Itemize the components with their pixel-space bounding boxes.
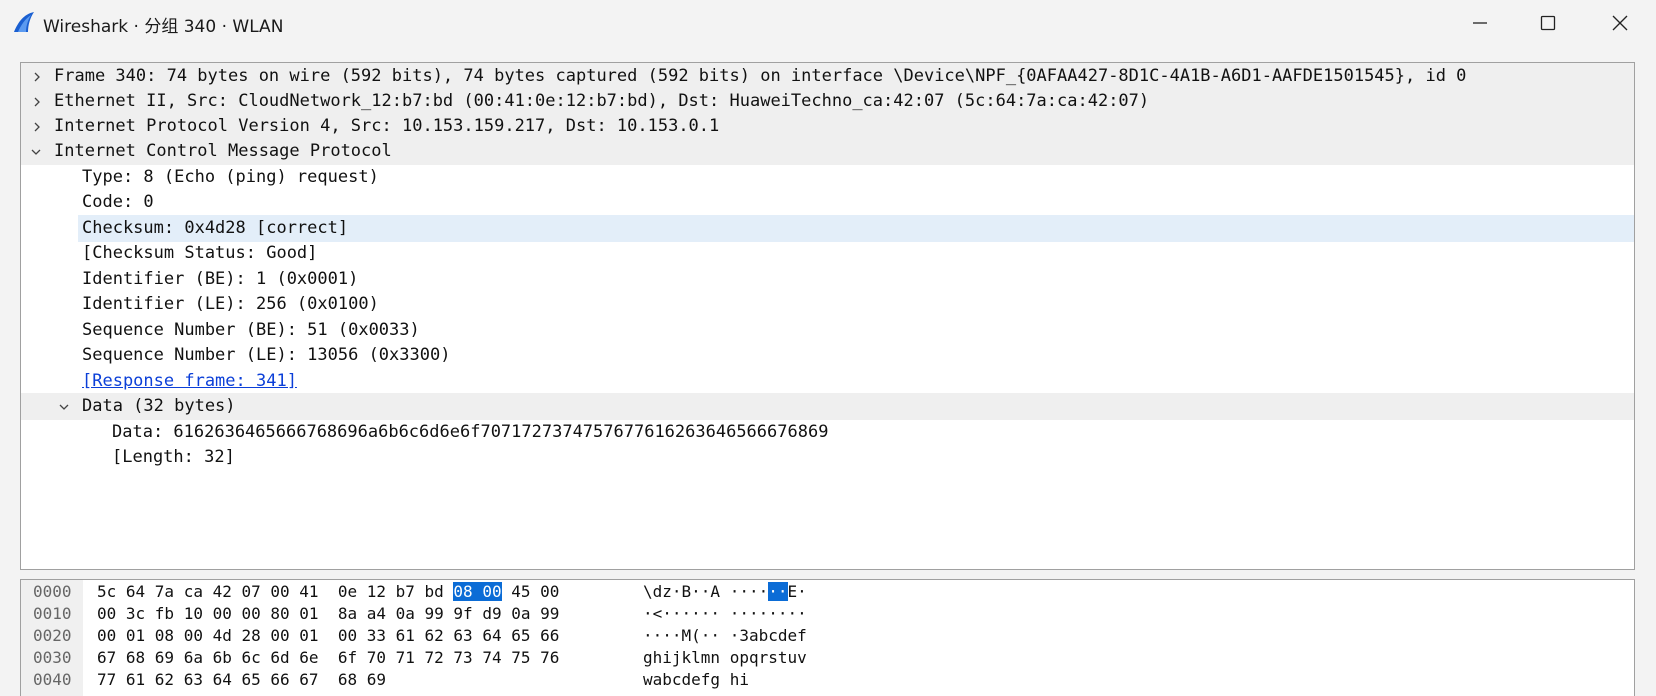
hex-bytes-text: 5c 64 7a ca 42 07 00 41 0e 12 b7 bd: [97, 582, 454, 601]
tree-item-sequence-le[interactable]: Sequence Number (LE): 13056 (0x3300): [21, 342, 1634, 369]
close-button[interactable]: [1600, 8, 1640, 38]
tree-item-label: [Length: 32]: [112, 447, 235, 467]
hex-bytes[interactable]: 5c 64 7a ca 42 07 00 41 0e 12 b7 bd 08 0…: [97, 581, 559, 603]
maximize-button[interactable]: [1528, 8, 1568, 38]
hex-row[interactable]: 0010 00 3c fb 10 00 00 80 01 8a a4 0a 99…: [21, 603, 1634, 625]
hex-bytes[interactable]: 00 3c fb 10 00 00 80 01 8a a4 0a 99 9f d…: [97, 603, 559, 625]
tree-item-label: Identifier (LE): 256 (0x0100): [82, 294, 379, 314]
tree-item-identifier-le[interactable]: Identifier (LE): 256 (0x0100): [21, 291, 1634, 318]
tree-item-label: Internet Protocol Version 4, Src: 10.153…: [54, 116, 720, 136]
hex-offset: 0030: [33, 648, 72, 667]
tree-item-ipv4[interactable]: Internet Protocol Version 4, Src: 10.153…: [21, 113, 1634, 140]
chevron-right-icon[interactable]: [31, 121, 43, 133]
tree-item-data-bytes[interactable]: Data: 6162636465666768696a6b6c6d6e6f7071…: [21, 419, 1634, 446]
tree-item-data[interactable]: Data (32 bytes): [21, 393, 1634, 420]
tree-item-label: Type: 8 (Echo (ping) request): [82, 167, 379, 187]
tree-item-checksum-status[interactable]: [Checksum Status: Good]: [21, 240, 1634, 267]
hex-ascii[interactable]: ghijklmn opqrstuv: [643, 647, 807, 669]
tree-item-identifier-be[interactable]: Identifier (BE): 1 (0x0001): [21, 266, 1634, 293]
hex-row[interactable]: 0020 00 01 08 00 4d 28 00 01 00 33 61 62…: [21, 625, 1634, 647]
hex-row[interactable]: 0040 77 61 62 63 64 65 66 67 68 69 wabcd…: [21, 669, 1634, 691]
tree-item-type[interactable]: Type: 8 (Echo (ping) request): [21, 164, 1634, 191]
hex-ascii-text: E·: [787, 582, 807, 601]
tree-item-label: Sequence Number (LE): 13056 (0x3300): [82, 345, 451, 365]
hex-offset: 0040: [33, 670, 72, 689]
tree-item-label: Checksum: 0x4d28 [correct]: [82, 218, 349, 238]
tree-item-icmp[interactable]: Internet Control Message Protocol: [21, 138, 1634, 165]
chevron-down-icon[interactable]: [30, 146, 42, 158]
hex-offset: 0010: [33, 604, 72, 623]
wireshark-fin-icon: [12, 10, 36, 34]
close-icon: [1612, 15, 1628, 31]
hex-ascii[interactable]: ·<······ ········: [643, 603, 807, 625]
hex-bytes-highlight: 08 00: [453, 582, 502, 601]
minimize-icon: [1473, 22, 1487, 24]
hex-bytes[interactable]: 00 01 08 00 4d 28 00 01 00 33 61 62 63 6…: [97, 625, 559, 647]
hex-ascii-highlight: ··: [768, 582, 788, 601]
tree-item-sequence-be[interactable]: Sequence Number (BE): 51 (0x0033): [21, 317, 1634, 344]
minimize-button[interactable]: [1460, 8, 1500, 38]
hex-offset: 0000: [33, 582, 72, 601]
chevron-down-icon[interactable]: [58, 401, 70, 413]
tree-item-label: Ethernet II, Src: CloudNetwork_12:b7:bd …: [54, 91, 1150, 111]
tree-item-data-length[interactable]: [Length: 32]: [21, 444, 1634, 471]
hex-ascii[interactable]: wabcdefg hi: [643, 669, 749, 691]
tree-item-checksum[interactable]: Checksum: 0x4d28 [correct]: [78, 215, 1634, 242]
tree-item-label: Frame 340: 74 bytes on wire (592 bits), …: [54, 66, 1467, 86]
tree-item-code[interactable]: Code: 0: [21, 189, 1634, 216]
tree-item-label: [Checksum Status: Good]: [82, 243, 318, 263]
tree-item-label: Code: 0: [82, 192, 154, 212]
hex-offset: 0020: [33, 626, 72, 645]
hex-bytes[interactable]: 77 61 62 63 64 65 66 67 68 69: [97, 669, 386, 691]
response-frame-link[interactable]: [Response frame: 341]: [82, 368, 297, 395]
hex-bytes[interactable]: 67 68 69 6a 6b 6c 6d 6e 6f 70 71 72 73 7…: [97, 647, 559, 669]
window-title: Wireshark · 分组 340 · WLAN: [43, 17, 284, 37]
tree-item-response-frame[interactable]: [Response frame: 341]: [21, 368, 1634, 395]
tree-item-label: Data: 6162636465666768696a6b6c6d6e6f7071…: [112, 422, 829, 442]
hex-bytes-text: 45 00: [501, 582, 560, 601]
tree-item-ethernet[interactable]: Ethernet II, Src: CloudNetwork_12:b7:bd …: [21, 88, 1634, 115]
chevron-right-icon[interactable]: [31, 96, 43, 108]
hex-ascii[interactable]: ····M(·· ·3abcdef: [643, 625, 807, 647]
tree-item-label: Data (32 bytes): [82, 396, 236, 416]
packet-bytes-pane[interactable]: 0000 5c 64 7a ca 42 07 00 41 0e 12 b7 bd…: [20, 579, 1635, 696]
hex-ascii-text: \dz·B··A ····: [643, 582, 769, 601]
chevron-right-icon[interactable]: [31, 71, 43, 83]
hex-row[interactable]: 0030 67 68 69 6a 6b 6c 6d 6e 6f 70 71 72…: [21, 647, 1634, 669]
packet-details-tree[interactable]: Frame 340: 74 bytes on wire (592 bits), …: [20, 62, 1635, 570]
title-bar: Wireshark · 分组 340 · WLAN: [0, 0, 1656, 46]
tree-item-label: Identifier (BE): 1 (0x0001): [82, 269, 359, 289]
maximize-icon: [1540, 15, 1556, 31]
hex-row[interactable]: 0000 5c 64 7a ca 42 07 00 41 0e 12 b7 bd…: [21, 581, 1634, 603]
tree-item-label: Internet Control Message Protocol: [54, 141, 392, 161]
tree-item-label: Sequence Number (BE): 51 (0x0033): [82, 320, 420, 340]
tree-item-frame[interactable]: Frame 340: 74 bytes on wire (592 bits), …: [21, 63, 1634, 90]
hex-ascii[interactable]: \dz·B··A ······E·: [643, 581, 807, 603]
